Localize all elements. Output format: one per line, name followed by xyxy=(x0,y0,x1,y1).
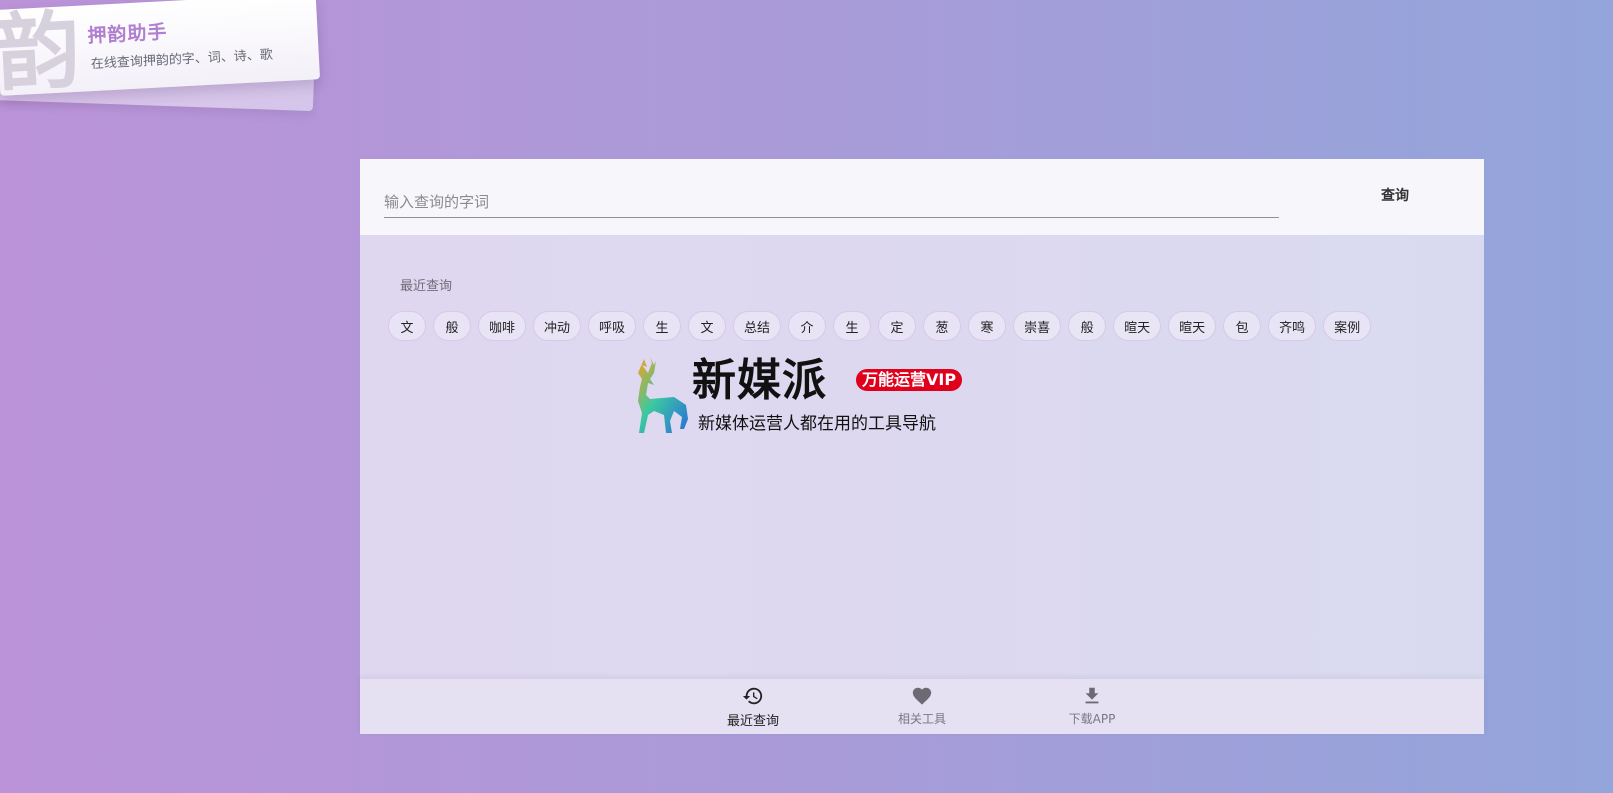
ad-brand: 新媒派 xyxy=(692,355,827,406)
logo-title: 押韵助手 xyxy=(86,21,168,48)
heart-icon xyxy=(912,687,932,705)
recent-query-chip[interactable]: 般 xyxy=(433,311,471,341)
recent-query-chip[interactable]: 齐鸣 xyxy=(1268,311,1317,341)
nav-recent-queries[interactable]: 最近查询 xyxy=(703,685,803,731)
recent-query-chip[interactable]: 生 xyxy=(643,311,682,341)
recent-query-chip[interactable]: 葱 xyxy=(923,311,962,341)
nav-label: 相关工具 xyxy=(897,712,946,726)
app-logo[interactable]: 韵 押韵助手 在线查询押韵的字、词、诗、歌 xyxy=(0,0,330,115)
search-bar: 查询 xyxy=(360,159,1484,235)
bottom-nav: 最近查询 相关工具 下载APP xyxy=(360,679,1484,734)
search-button[interactable]: 查询 xyxy=(1360,179,1430,211)
recent-query-chip[interactable]: 介 xyxy=(788,311,827,341)
recent-query-chip[interactable]: 咖啡 xyxy=(478,311,527,341)
ad-slogan: 新媒体运营人都在用的工具导航 xyxy=(698,414,936,434)
recent-queries-label: 最近查询 xyxy=(400,279,453,294)
recent-query-chip[interactable]: 暄天 xyxy=(1113,311,1162,341)
recent-query-chip[interactable]: 崇喜 xyxy=(1013,311,1062,341)
recent-queries-list: 文 般 咖啡 冲动 呼吸 生 文 总结 介 生 定 葱 寒 崇喜 般 暄天 暄天… xyxy=(388,311,1468,341)
deer-logo-icon xyxy=(638,357,688,433)
nav-download-app[interactable]: 下载APP xyxy=(1042,685,1142,731)
recent-query-chip[interactable]: 寒 xyxy=(968,311,1007,341)
search-input[interactable] xyxy=(384,187,1279,218)
recent-query-chip[interactable]: 文 xyxy=(688,311,727,341)
recent-query-chip[interactable]: 案例 xyxy=(1323,311,1372,341)
recent-query-chip[interactable]: 总结 xyxy=(733,311,782,341)
recent-query-chip[interactable]: 文 xyxy=(388,311,426,341)
recent-query-chip[interactable]: 包 xyxy=(1223,311,1262,341)
recent-query-chip[interactable]: 般 xyxy=(1068,311,1107,341)
main-panel: 查询 最近查询 文 般 咖啡 冲动 呼吸 生 文 总结 介 生 定 葱 寒 崇喜… xyxy=(360,159,1484,734)
recent-query-chip[interactable]: 冲动 xyxy=(533,311,582,341)
recent-query-chip[interactable]: 定 xyxy=(878,311,917,341)
recent-query-chip[interactable]: 生 xyxy=(833,311,872,341)
logo-subtitle: 在线查询押韵的字、词、诗、歌 xyxy=(90,47,274,73)
nav-label: 下载APP xyxy=(1068,712,1116,726)
recent-query-chip[interactable]: 呼吸 xyxy=(588,311,637,341)
nav-label: 最近查询 xyxy=(726,714,779,729)
recent-query-chip[interactable]: 暄天 xyxy=(1168,311,1217,341)
logo-card: 韵 押韵助手 在线查询押韵的字、词、诗、歌 xyxy=(0,0,321,96)
history-icon xyxy=(742,687,763,705)
logo-glyph: 韵 xyxy=(0,0,83,96)
nav-related-tools[interactable]: 相关工具 xyxy=(872,685,972,731)
ad-banner[interactable]: 新媒派 万能运营VIP 新媒体运营人都在用的工具导航 xyxy=(630,355,990,439)
ad-vip-badge: 万能运营VIP xyxy=(856,369,963,391)
download-icon xyxy=(1085,687,1099,704)
